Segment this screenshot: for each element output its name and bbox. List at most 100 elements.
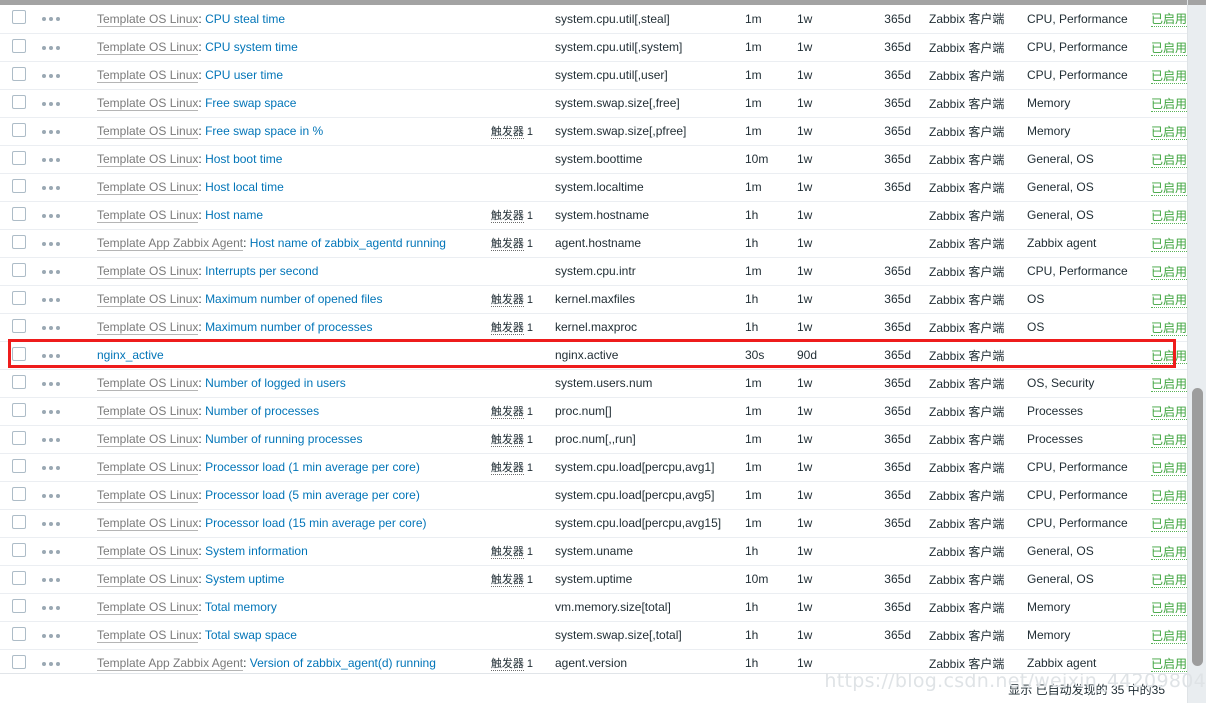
status-badge[interactable]: 已启用 xyxy=(1151,432,1188,448)
status-badge[interactable]: 已启用 xyxy=(1151,544,1188,560)
row-checkbox[interactable] xyxy=(12,514,26,529)
row-context-menu-icon[interactable] xyxy=(42,546,63,556)
row-checkbox[interactable] xyxy=(12,10,26,25)
triggers-link[interactable]: 触发器 xyxy=(490,210,524,223)
item-link[interactable]: Processor load (1 min average per core) xyxy=(205,460,420,474)
table-row[interactable]: Template OS Linux: Interrupts per second… xyxy=(0,257,1206,286)
row-context-menu-icon[interactable] xyxy=(42,434,63,444)
status-badge[interactable]: 已启用 xyxy=(1151,292,1188,308)
table-row[interactable]: Template OS Linux: Free swap space system… xyxy=(0,89,1206,118)
row-context-menu-icon[interactable] xyxy=(42,462,63,472)
table-row[interactable]: Template OS Linux: Number of logged in u… xyxy=(0,369,1206,398)
item-link[interactable]: Free swap space xyxy=(205,96,296,110)
row-checkbox[interactable] xyxy=(12,66,26,81)
template-link[interactable]: Template OS Linux xyxy=(97,292,199,307)
table-row[interactable]: Template OS Linux: Maximum number of ope… xyxy=(0,285,1206,314)
row-context-menu-icon[interactable] xyxy=(42,574,63,584)
status-badge[interactable]: 已启用 xyxy=(1151,460,1188,476)
table-row[interactable]: Template OS Linux: Host boot time system.… xyxy=(0,145,1206,174)
item-link[interactable]: CPU steal time xyxy=(205,12,285,26)
template-link[interactable]: Template OS Linux xyxy=(97,600,199,615)
template-link[interactable]: Template OS Linux xyxy=(97,544,199,559)
row-checkbox[interactable] xyxy=(12,150,26,165)
row-context-menu-icon[interactable] xyxy=(42,406,63,416)
table-row[interactable]: Template OS Linux: Host name 触发器 1 system.h… xyxy=(0,201,1206,230)
template-link[interactable]: Template OS Linux xyxy=(97,488,199,503)
status-badge[interactable]: 已启用 xyxy=(1151,68,1188,84)
status-badge[interactable]: 已启用 xyxy=(1151,124,1188,140)
template-link[interactable]: Template App Zabbix Agent xyxy=(97,656,244,671)
table-row[interactable]: Template OS Linux: Processor load (5 min… xyxy=(0,481,1206,510)
item-link[interactable]: Number of running processes xyxy=(205,432,362,446)
triggers-link[interactable]: 触发器 xyxy=(490,322,524,335)
template-link[interactable]: Template OS Linux xyxy=(97,124,199,139)
row-checkbox[interactable] xyxy=(12,374,26,389)
status-badge[interactable]: 已启用 xyxy=(1151,320,1188,336)
template-link[interactable]: Template OS Linux xyxy=(97,628,199,643)
item-link[interactable]: Processor load (15 min average per core) xyxy=(205,516,426,530)
status-badge[interactable]: 已启用 xyxy=(1151,96,1188,112)
template-link[interactable]: Template App Zabbix Agent xyxy=(97,236,244,251)
status-badge[interactable]: 已启用 xyxy=(1151,40,1188,56)
status-badge[interactable]: 已启用 xyxy=(1151,404,1188,420)
status-badge[interactable]: 已启用 xyxy=(1151,572,1188,588)
row-context-menu-icon[interactable] xyxy=(42,630,63,640)
triggers-link[interactable]: 触发器 xyxy=(490,574,524,587)
row-checkbox[interactable] xyxy=(12,458,26,473)
row-checkbox[interactable] xyxy=(12,234,26,249)
row-context-menu-icon[interactable] xyxy=(42,518,63,528)
status-badge[interactable]: 已启用 xyxy=(1151,516,1188,532)
template-link[interactable]: Template OS Linux xyxy=(97,264,199,279)
template-link[interactable]: Template OS Linux xyxy=(97,40,199,55)
status-badge[interactable]: 已启用 xyxy=(1151,12,1188,28)
triggers-link[interactable]: 触发器 xyxy=(490,126,524,139)
item-link[interactable]: Total swap space xyxy=(205,628,297,642)
template-link[interactable]: Template OS Linux xyxy=(97,208,199,223)
table-row[interactable]: Template OS Linux: Maximum number of pro… xyxy=(0,313,1206,342)
status-badge[interactable]: 已启用 xyxy=(1151,264,1188,280)
row-checkbox[interactable] xyxy=(12,430,26,445)
row-checkbox[interactable] xyxy=(12,542,26,557)
row-checkbox[interactable] xyxy=(12,486,26,501)
row-context-menu-icon[interactable] xyxy=(42,322,63,332)
template-link[interactable]: Template OS Linux xyxy=(97,404,199,419)
item-link[interactable]: Version of zabbix_agent(d) running xyxy=(250,656,436,670)
table-row[interactable]: Template OS Linux: Number of running pro… xyxy=(0,425,1206,454)
item-link[interactable]: System information xyxy=(205,544,308,558)
item-link[interactable]: Free swap space in % xyxy=(205,124,323,138)
row-context-menu-icon[interactable] xyxy=(42,42,63,52)
triggers-link[interactable]: 触发器 xyxy=(490,546,524,559)
template-link[interactable]: Template OS Linux xyxy=(97,572,199,587)
triggers-link[interactable]: 触发器 xyxy=(490,238,524,251)
table-row[interactable]: Template App Zabbix Agent: Host name of … xyxy=(0,229,1206,258)
item-link[interactable]: System uptime xyxy=(205,572,284,586)
row-context-menu-icon[interactable] xyxy=(42,14,63,24)
vertical-scrollbar[interactable] xyxy=(1187,0,1206,703)
template-link[interactable]: Template OS Linux xyxy=(97,432,199,447)
status-badge[interactable]: 已启用 xyxy=(1151,348,1188,364)
item-link[interactable]: Processor load (5 min average per core) xyxy=(205,488,420,502)
template-link[interactable]: Template OS Linux xyxy=(97,152,199,167)
status-badge[interactable]: 已启用 xyxy=(1151,600,1188,616)
template-link[interactable]: Template OS Linux xyxy=(97,516,199,531)
table-row[interactable]: Template OS Linux: System information 触发器… xyxy=(0,537,1206,566)
triggers-link[interactable]: 触发器 xyxy=(490,434,524,447)
table-row[interactable]: Template OS Linux: CPU user time system.c… xyxy=(0,61,1206,90)
row-checkbox[interactable] xyxy=(12,346,26,361)
triggers-link[interactable]: 触发器 xyxy=(490,294,524,307)
row-checkbox[interactable] xyxy=(12,206,26,221)
status-badge[interactable]: 已启用 xyxy=(1151,488,1188,504)
row-checkbox[interactable] xyxy=(12,318,26,333)
row-checkbox[interactable] xyxy=(12,626,26,641)
item-link[interactable]: CPU user time xyxy=(205,68,283,82)
status-badge[interactable]: 已启用 xyxy=(1151,236,1188,252)
status-badge[interactable]: 已启用 xyxy=(1151,628,1188,644)
triggers-link[interactable]: 触发器 xyxy=(490,658,524,671)
row-checkbox[interactable] xyxy=(12,262,26,277)
template-link[interactable]: Template OS Linux xyxy=(97,180,199,195)
item-link[interactable]: Maximum number of opened files xyxy=(205,292,382,306)
triggers-link[interactable]: 触发器 xyxy=(490,406,524,419)
row-checkbox[interactable] xyxy=(12,598,26,613)
item-link[interactable]: Maximum number of processes xyxy=(205,320,372,334)
table-row[interactable]: Template OS Linux: Host local time system… xyxy=(0,173,1206,202)
